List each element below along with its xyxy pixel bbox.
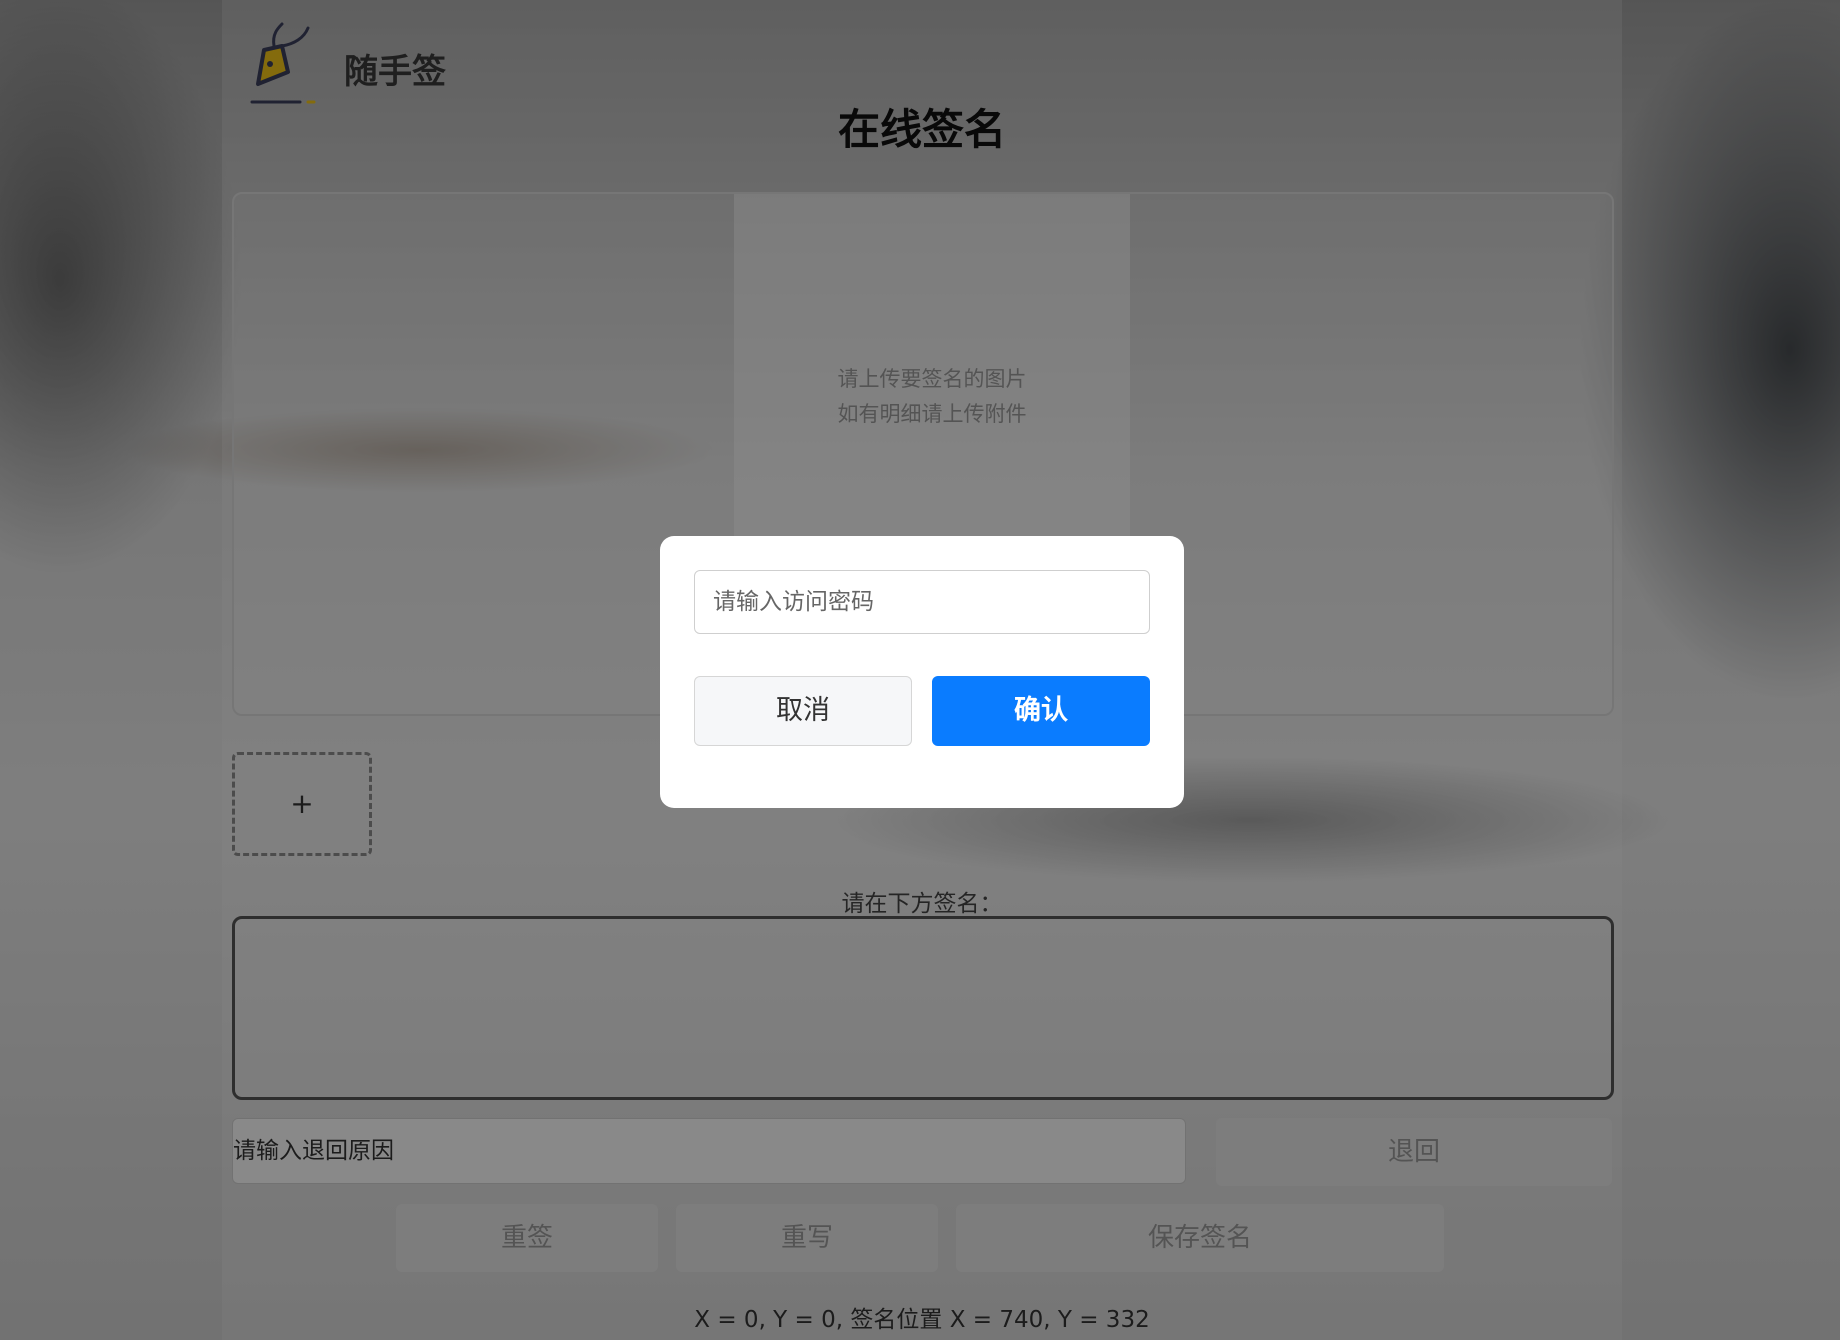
confirm-button[interactable]: 确认 bbox=[932, 676, 1150, 746]
access-password-input[interactable] bbox=[694, 570, 1150, 634]
cancel-button[interactable]: 取消 bbox=[694, 676, 912, 746]
password-dialog: 取消 确认 bbox=[660, 536, 1184, 808]
